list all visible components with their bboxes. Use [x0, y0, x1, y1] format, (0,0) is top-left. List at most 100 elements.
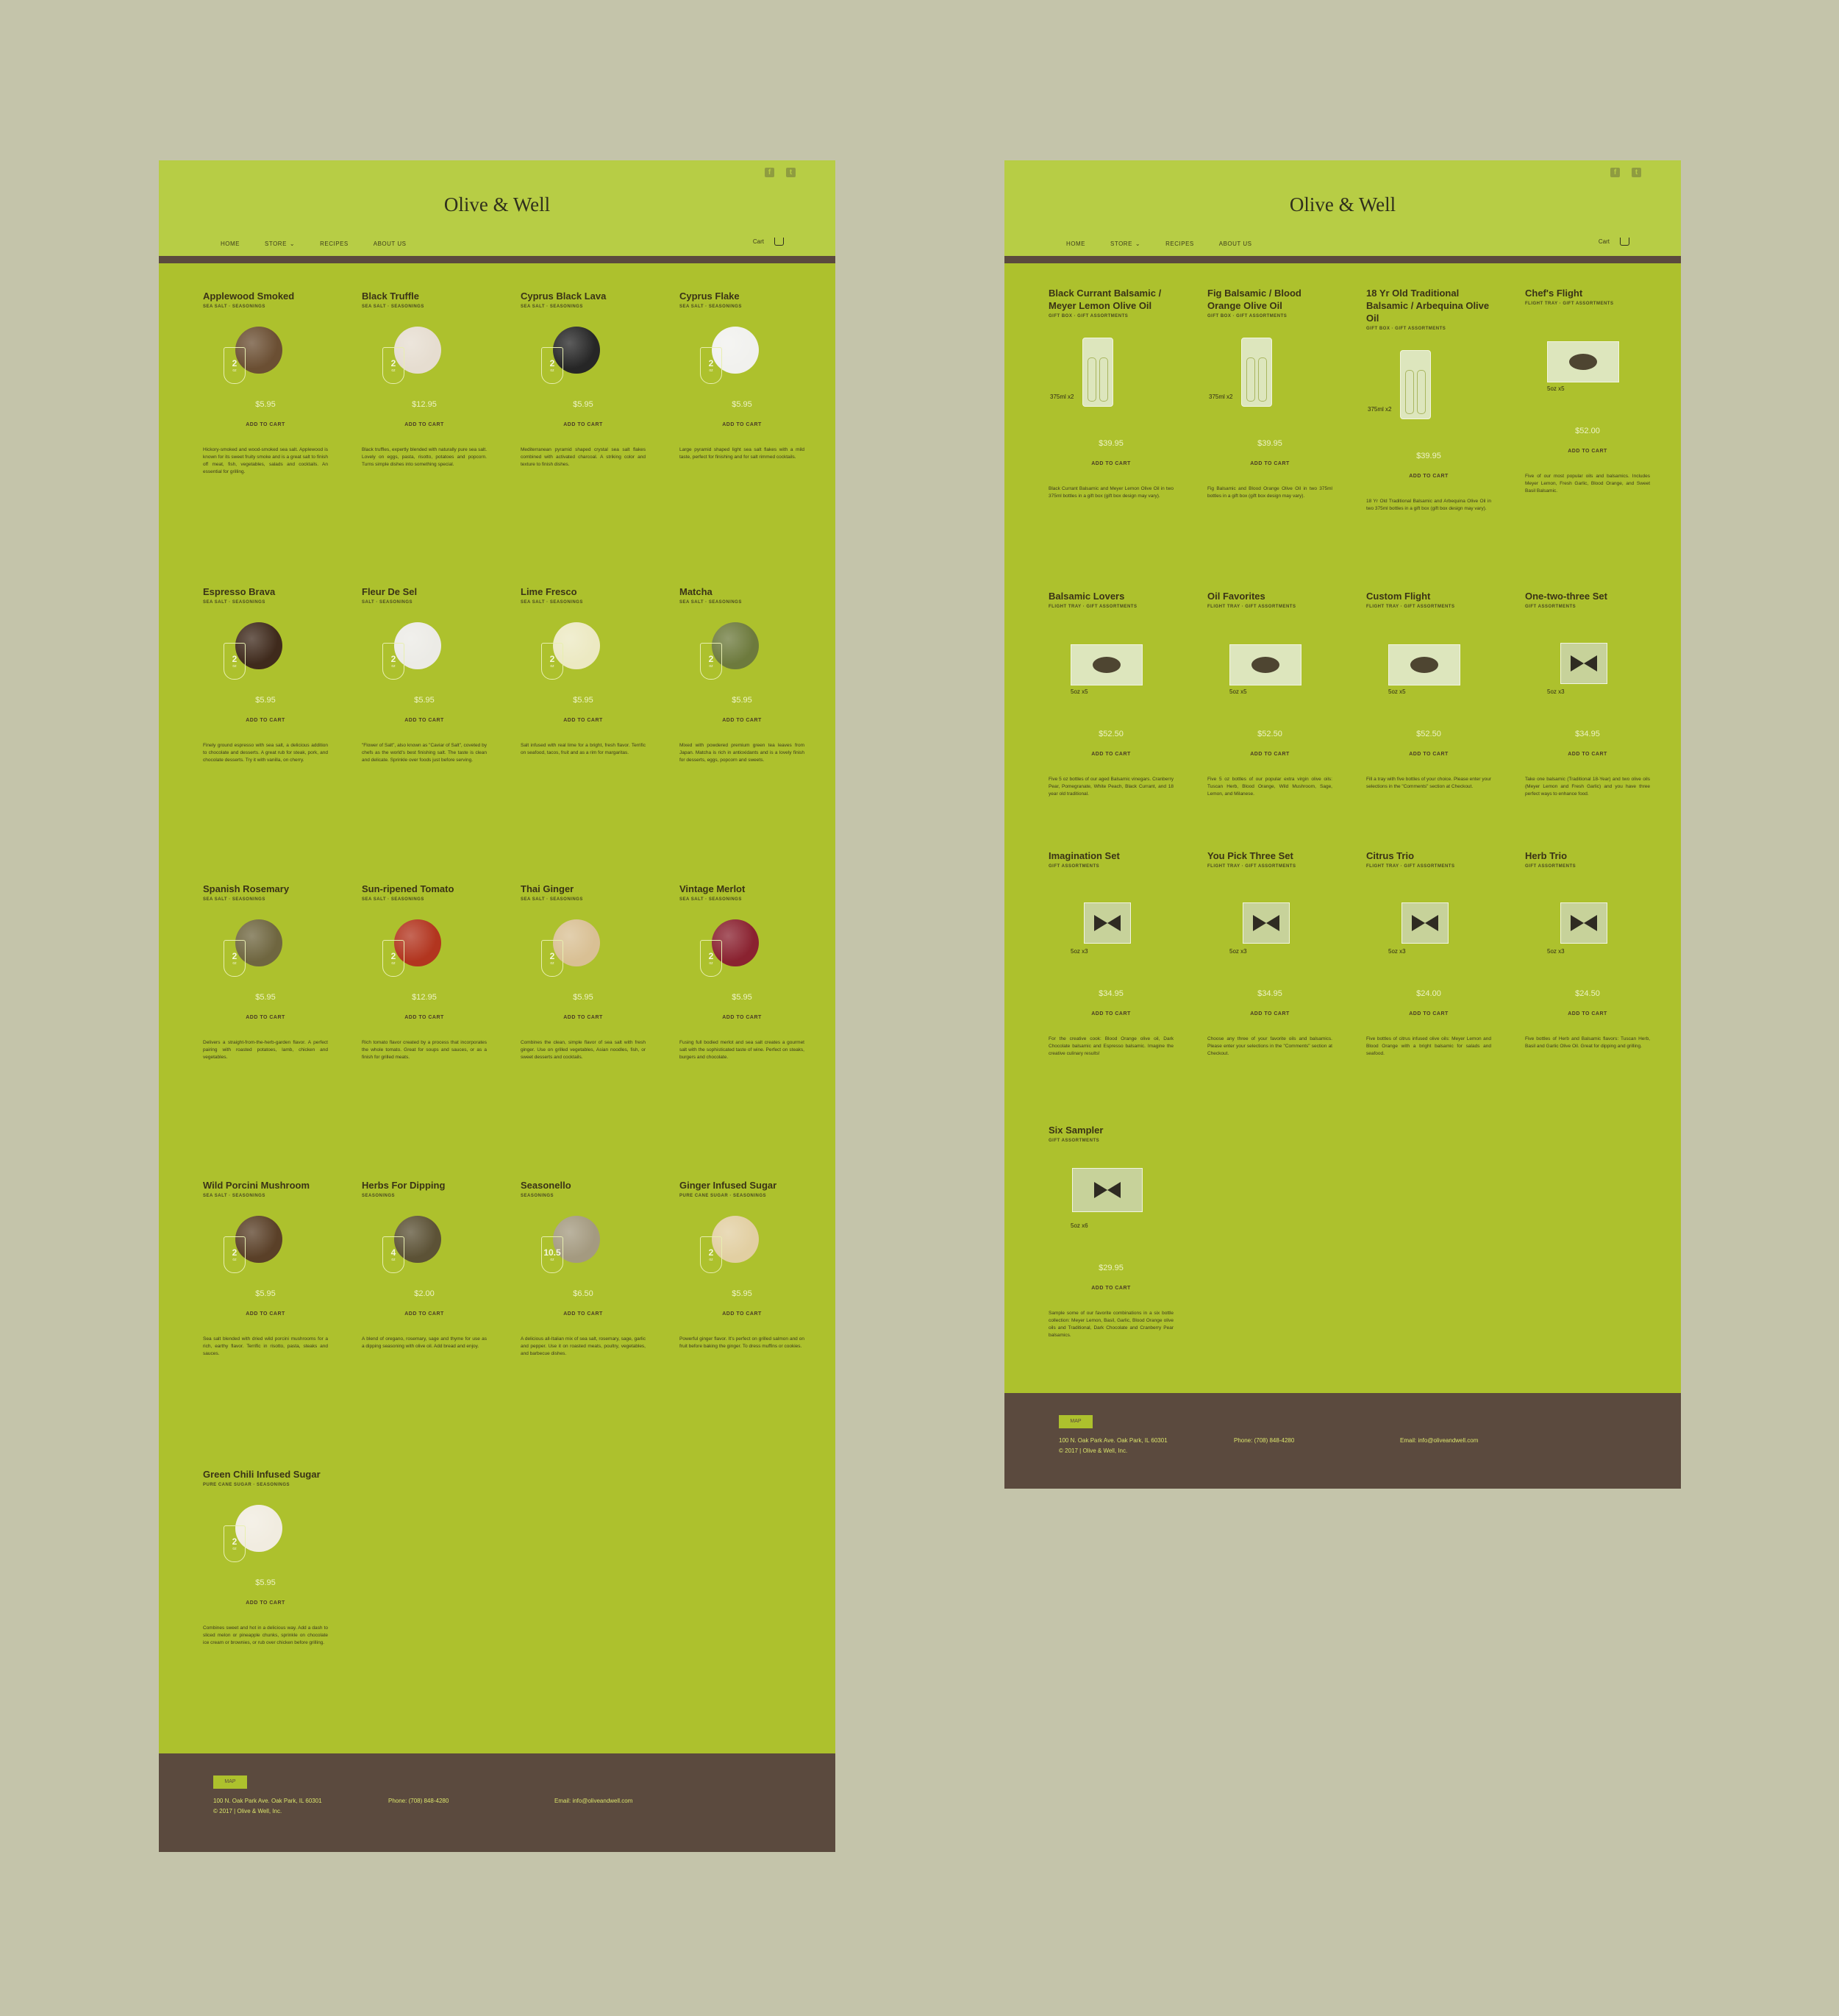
product-image[interactable]: 2 oz: [521, 315, 646, 396]
nav-item-about-us[interactable]: ABOUT US: [374, 241, 407, 247]
product-name[interactable]: Black Currant Balsamic / Meyer Lemon Oli…: [1049, 287, 1174, 312]
map-button[interactable]: MAP: [213, 1775, 247, 1789]
product-name[interactable]: Lime Fresco: [521, 585, 646, 598]
nav-item-store[interactable]: STORE: [1110, 241, 1132, 247]
product-image[interactable]: 2 oz: [521, 610, 646, 691]
add-to-cart-button[interactable]: ADD TO CART: [679, 1311, 804, 1317]
map-button[interactable]: MAP: [1059, 1415, 1093, 1428]
product-image[interactable]: 2 oz: [362, 610, 487, 691]
product-image[interactable]: 4 oz: [362, 1204, 487, 1285]
product-image[interactable]: 2 oz: [679, 610, 804, 691]
facebook-icon[interactable]: f: [765, 168, 774, 177]
product-name[interactable]: 18 Yr Old Traditional Balsamic / Arbequi…: [1366, 287, 1491, 324]
add-to-cart-button[interactable]: ADD TO CART: [362, 422, 487, 427]
add-to-cart-button[interactable]: ADD TO CART: [203, 422, 328, 427]
nav-item-recipes[interactable]: RECIPES: [320, 241, 349, 247]
product-image[interactable]: 5oz x5: [1207, 615, 1332, 725]
add-to-cart-button[interactable]: ADD TO CART: [1207, 1011, 1332, 1016]
product-name[interactable]: Cyprus Flake: [679, 290, 804, 302]
product-image[interactable]: 5oz x3: [1207, 875, 1332, 985]
add-to-cart-button[interactable]: ADD TO CART: [1525, 1011, 1650, 1016]
product-name[interactable]: Custom Flight: [1366, 590, 1491, 602]
add-to-cart-button[interactable]: ADD TO CART: [1049, 1286, 1174, 1291]
product-image[interactable]: 375ml x2: [1049, 324, 1174, 435]
product-image[interactable]: 2 oz: [362, 315, 487, 396]
product-name[interactable]: Ginger Infused Sugar: [679, 1179, 804, 1192]
product-name[interactable]: Wild Porcini Mushroom: [203, 1179, 328, 1192]
product-name[interactable]: Oil Favorites: [1207, 590, 1332, 602]
add-to-cart-button[interactable]: ADD TO CART: [1525, 752, 1650, 757]
add-to-cart-button[interactable]: ADD TO CART: [1049, 461, 1174, 466]
product-image[interactable]: 2 oz: [362, 908, 487, 989]
add-to-cart-button[interactable]: ADD TO CART: [1525, 449, 1650, 454]
product-name[interactable]: Imagination Set: [1049, 850, 1174, 862]
product-image[interactable]: 2 oz: [679, 315, 804, 396]
product-image[interactable]: 2 oz: [203, 610, 328, 691]
product-image[interactable]: 2 oz: [203, 1204, 328, 1285]
nav-item-home[interactable]: HOME: [1066, 241, 1085, 247]
product-name[interactable]: Fig Balsamic / Blood Orange Olive Oil: [1207, 287, 1332, 312]
nav-item-about-us[interactable]: ABOUT US: [1219, 241, 1252, 247]
product-name[interactable]: One-two-three Set: [1525, 590, 1650, 602]
add-to-cart-button[interactable]: ADD TO CART: [679, 718, 804, 723]
nav-item-home[interactable]: HOME: [221, 241, 240, 247]
add-to-cart-button[interactable]: ADD TO CART: [362, 1311, 487, 1317]
product-name[interactable]: Vintage Merlot: [679, 883, 804, 895]
add-to-cart-button[interactable]: ADD TO CART: [362, 718, 487, 723]
product-image[interactable]: 2 oz: [679, 908, 804, 989]
product-image[interactable]: 5oz x3: [1366, 875, 1491, 985]
product-name[interactable]: Black Truffle: [362, 290, 487, 302]
cart-link[interactable]: Cart: [1599, 238, 1629, 246]
product-name[interactable]: Applewood Smoked: [203, 290, 328, 302]
cart-link[interactable]: Cart: [753, 238, 784, 246]
add-to-cart-button[interactable]: ADD TO CART: [521, 718, 646, 723]
nav-item-store[interactable]: STORE: [265, 241, 287, 247]
product-image[interactable]: 5oz x5: [1525, 312, 1650, 422]
add-to-cart-button[interactable]: ADD TO CART: [1049, 1011, 1174, 1016]
add-to-cart-button[interactable]: ADD TO CART: [521, 422, 646, 427]
product-name[interactable]: Green Chili Infused Sugar: [203, 1468, 328, 1481]
twitter-icon[interactable]: t: [1632, 168, 1641, 177]
product-image[interactable]: 10.5 oz: [521, 1204, 646, 1285]
product-name[interactable]: Six Sampler: [1049, 1124, 1174, 1136]
product-image[interactable]: 375ml x2: [1207, 324, 1332, 435]
product-name[interactable]: Chef's Flight: [1525, 287, 1650, 299]
product-image[interactable]: 5oz x3: [1525, 615, 1650, 725]
add-to-cart-button[interactable]: ADD TO CART: [203, 718, 328, 723]
product-name[interactable]: Thai Ginger: [521, 883, 646, 895]
product-name[interactable]: Spanish Rosemary: [203, 883, 328, 895]
product-image[interactable]: 5oz x3: [1049, 875, 1174, 985]
product-image[interactable]: 2 oz: [679, 1204, 804, 1285]
product-image[interactable]: 375ml x2: [1366, 337, 1491, 447]
add-to-cart-button[interactable]: ADD TO CART: [1049, 752, 1174, 757]
site-logo[interactable]: Olive & Well: [1004, 193, 1681, 216]
product-name[interactable]: Herbs For Dipping: [362, 1179, 487, 1192]
add-to-cart-button[interactable]: ADD TO CART: [1366, 752, 1491, 757]
product-image[interactable]: 2 oz: [203, 1493, 328, 1574]
site-logo[interactable]: Olive & Well: [159, 193, 835, 216]
add-to-cart-button[interactable]: ADD TO CART: [362, 1015, 487, 1020]
add-to-cart-button[interactable]: ADD TO CART: [679, 422, 804, 427]
product-image[interactable]: 5oz x3: [1525, 875, 1650, 985]
product-name[interactable]: Citrus Trio: [1366, 850, 1491, 862]
add-to-cart-button[interactable]: ADD TO CART: [1207, 461, 1332, 466]
nav-item-recipes[interactable]: RECIPES: [1165, 241, 1194, 247]
add-to-cart-button[interactable]: ADD TO CART: [203, 1600, 328, 1606]
add-to-cart-button[interactable]: ADD TO CART: [203, 1311, 328, 1317]
footer-phone[interactable]: Phone: (708) 848-4280: [388, 1796, 449, 1806]
product-name[interactable]: Espresso Brava: [203, 585, 328, 598]
product-name[interactable]: Seasonello: [521, 1179, 646, 1192]
add-to-cart-button[interactable]: ADD TO CART: [521, 1311, 646, 1317]
footer-email[interactable]: Email: info@oliveandwell.com: [1400, 1436, 1478, 1446]
product-name[interactable]: Herb Trio: [1525, 850, 1650, 862]
product-name[interactable]: Sun-ripened Tomato: [362, 883, 487, 895]
twitter-icon[interactable]: t: [786, 168, 796, 177]
product-name[interactable]: Fleur De Sel: [362, 585, 487, 598]
product-image[interactable]: 5oz x5: [1049, 615, 1174, 725]
footer-email[interactable]: Email: info@oliveandwell.com: [554, 1796, 632, 1806]
add-to-cart-button[interactable]: ADD TO CART: [1207, 752, 1332, 757]
product-name[interactable]: Cyprus Black Lava: [521, 290, 646, 302]
product-name[interactable]: Matcha: [679, 585, 804, 598]
facebook-icon[interactable]: f: [1610, 168, 1620, 177]
product-name[interactable]: Balsamic Lovers: [1049, 590, 1174, 602]
